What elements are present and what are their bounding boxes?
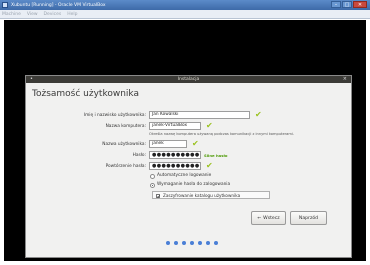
computer-name-check-icon: ✔: [206, 121, 213, 130]
close-button[interactable]: ✕: [353, 1, 367, 8]
password-input[interactable]: ●●●●●●●●●●●●: [149, 151, 201, 159]
full-name-input[interactable]: Jan Kowalski: [149, 111, 250, 119]
encrypt-home-checkbox[interactable]: ✔: [156, 193, 160, 198]
maximize-button[interactable]: □: [342, 1, 352, 8]
progress-dot: [166, 241, 170, 245]
installer-dialog: • Instalacja × Tożsamość użytkownika Imi…: [25, 75, 352, 258]
computer-name-label: Nazwa komputera:: [105, 124, 146, 129]
virtualbox-app-icon: [2, 2, 8, 8]
full-name-label: Imię i nazwisko użytkownika:: [83, 113, 146, 118]
confirm-password-input[interactable]: ●●●●●●●●●●●●: [149, 162, 201, 170]
require-password-radio[interactable]: [150, 183, 155, 188]
menu-machine[interactable]: Machine: [2, 12, 21, 17]
password-label: Hasło:: [132, 153, 146, 158]
back-arrow-icon: ←: [257, 215, 262, 221]
dialog-close-icon[interactable]: ×: [343, 76, 347, 83]
back-button-label: Wstecz: [263, 215, 280, 221]
progress-dot: [190, 241, 194, 245]
confirm-password-check-icon: ✔: [206, 161, 213, 170]
menu-help[interactable]: Help: [67, 12, 77, 17]
minimize-button[interactable]: –: [331, 1, 341, 8]
progress-dot: [174, 241, 178, 245]
vbox-menubar: Machine View Devices Help: [0, 10, 370, 19]
progress-dots: [166, 241, 218, 245]
auto-login-radio[interactable]: [150, 174, 155, 179]
encrypt-home-row[interactable]: ✔ Zaszyfrowanie katalogu użytkownika: [152, 191, 270, 199]
encrypt-home-label: Zaszyfrowanie katalogu użytkownika: [163, 193, 241, 198]
vbox-titlebar: Xubuntu [Running] - Oracle VM VirtualBox…: [0, 0, 370, 10]
back-button[interactable]: ← Wstecz: [251, 211, 286, 225]
username-check-icon: ✔: [192, 139, 199, 148]
dialog-title: Instalacja: [177, 77, 200, 82]
password-strength-label: Silne hasło: [204, 153, 228, 158]
computer-name-input[interactable]: janek-VirtualBox: [149, 122, 201, 130]
menu-view[interactable]: View: [27, 12, 38, 17]
full-name-check-icon: ✔: [255, 110, 262, 119]
confirm-password-label: Powtórzenie hasła:: [105, 164, 146, 169]
menu-devices[interactable]: Devices: [44, 12, 62, 17]
next-button[interactable]: Naprzód: [290, 211, 327, 225]
progress-dot: [214, 241, 218, 245]
progress-dot: [198, 241, 202, 245]
dialog-titlebar: • Instalacja ×: [26, 76, 351, 83]
progress-dot: [182, 241, 186, 245]
computer-name-hint: Określa nazwę komputera używaną podczas …: [149, 132, 294, 136]
require-password-label: Wymaganie hasła do zalogowania: [157, 182, 231, 187]
username-input[interactable]: janek: [149, 140, 187, 148]
auto-login-label: Automatyczne logowanie: [157, 173, 212, 178]
window-title: Xubuntu [Running] - Oracle VM VirtualBox: [11, 2, 106, 8]
progress-dot: [206, 241, 210, 245]
dialog-menu-icon[interactable]: •: [30, 76, 33, 83]
username-label: Nazwa użytkownika:: [102, 142, 146, 147]
window-controls: – □ ✕: [331, 1, 367, 8]
page-title: Tożsamość użytkownika: [32, 89, 139, 99]
